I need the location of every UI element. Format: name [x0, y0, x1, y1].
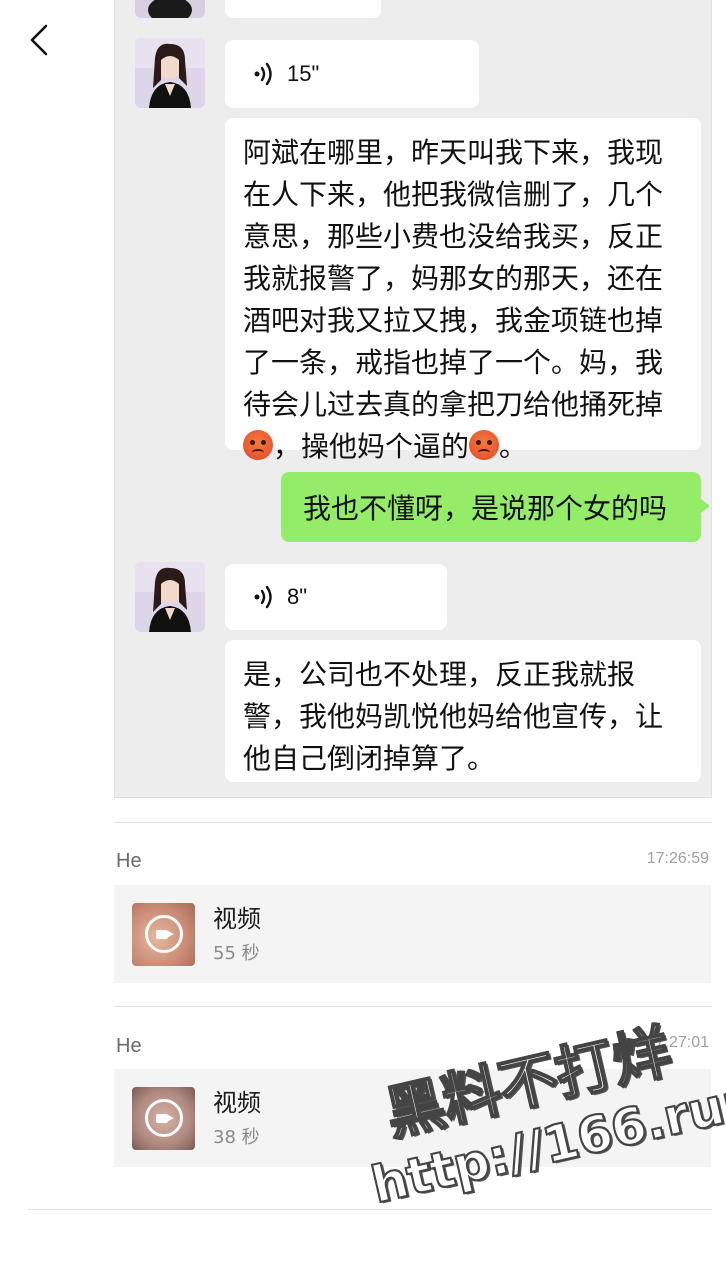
message-text: ，操他妈个逼的	[273, 430, 470, 463]
back-button[interactable]	[22, 18, 62, 62]
sender-name: He	[116, 850, 142, 872]
video-play-icon	[144, 1099, 183, 1137]
voice-wave-icon	[254, 62, 272, 86]
video-title: 视频	[213, 905, 261, 933]
video-message-card[interactable]: 视频 55 秒	[114, 885, 711, 983]
received-message-bubble[interactable]: 是，公司也不处理，反正我就报警，我他妈凯悦他妈给他宣传，让他自己倒闭掉算了。	[225, 640, 701, 782]
angry-face-icon	[469, 430, 500, 460]
divider	[114, 1006, 712, 1007]
message-bubble-partial	[225, 0, 381, 18]
message-text: 是，公司也不处理，反正我就报警，我他妈凯悦他妈给他宣传，让他自己倒闭掉算了。	[243, 658, 664, 775]
divider	[114, 822, 712, 823]
sent-message-bubble[interactable]: 我也不懂呀，是说那个女的吗	[281, 472, 710, 542]
received-message-bubble[interactable]: 阿斌在哪里，昨天叫我下来，我现在人下来，他把我微信删了，几个意思，那些小费也没给…	[225, 118, 701, 463]
video-play-icon	[144, 915, 183, 953]
voice-duration: 15"	[287, 61, 320, 86]
video-title: 视频	[213, 1089, 261, 1117]
video-duration: 38 秒	[213, 1127, 260, 1148]
avatar	[135, 0, 205, 18]
voice-duration: 8"	[287, 584, 308, 609]
video-thumbnail	[132, 902, 195, 966]
message-text: 我也不懂呀，是说那个女的吗	[303, 492, 668, 525]
watermark: 黑料不打烊 http://166.run	[350, 1009, 726, 1280]
avatar[interactable]	[135, 38, 205, 108]
video-duration: 55 秒	[213, 943, 260, 964]
angry-face-icon	[243, 430, 273, 460]
voice-message-bubble[interactable]: 8"	[225, 564, 447, 630]
chat-screenshot: 15" 阿斌在哪里，昨天叫我下来，我现在人下来，他把我微信删了，几个意思，那些小…	[114, 0, 712, 798]
sender-name: He	[116, 1035, 142, 1057]
message-time: 17:26:59	[646, 850, 709, 867]
chevron-left-icon	[30, 24, 48, 56]
video-thumbnail	[132, 1086, 195, 1150]
message-text: 。	[499, 430, 528, 463]
avatar[interactable]	[135, 562, 205, 632]
voice-message-bubble[interactable]: 15"	[225, 40, 479, 108]
voice-wave-icon	[254, 585, 272, 609]
message-text: 阿斌在哪里，昨天叫我下来，我现在人下来，他把我微信删了，几个意思，那些小费也没给…	[243, 136, 664, 421]
